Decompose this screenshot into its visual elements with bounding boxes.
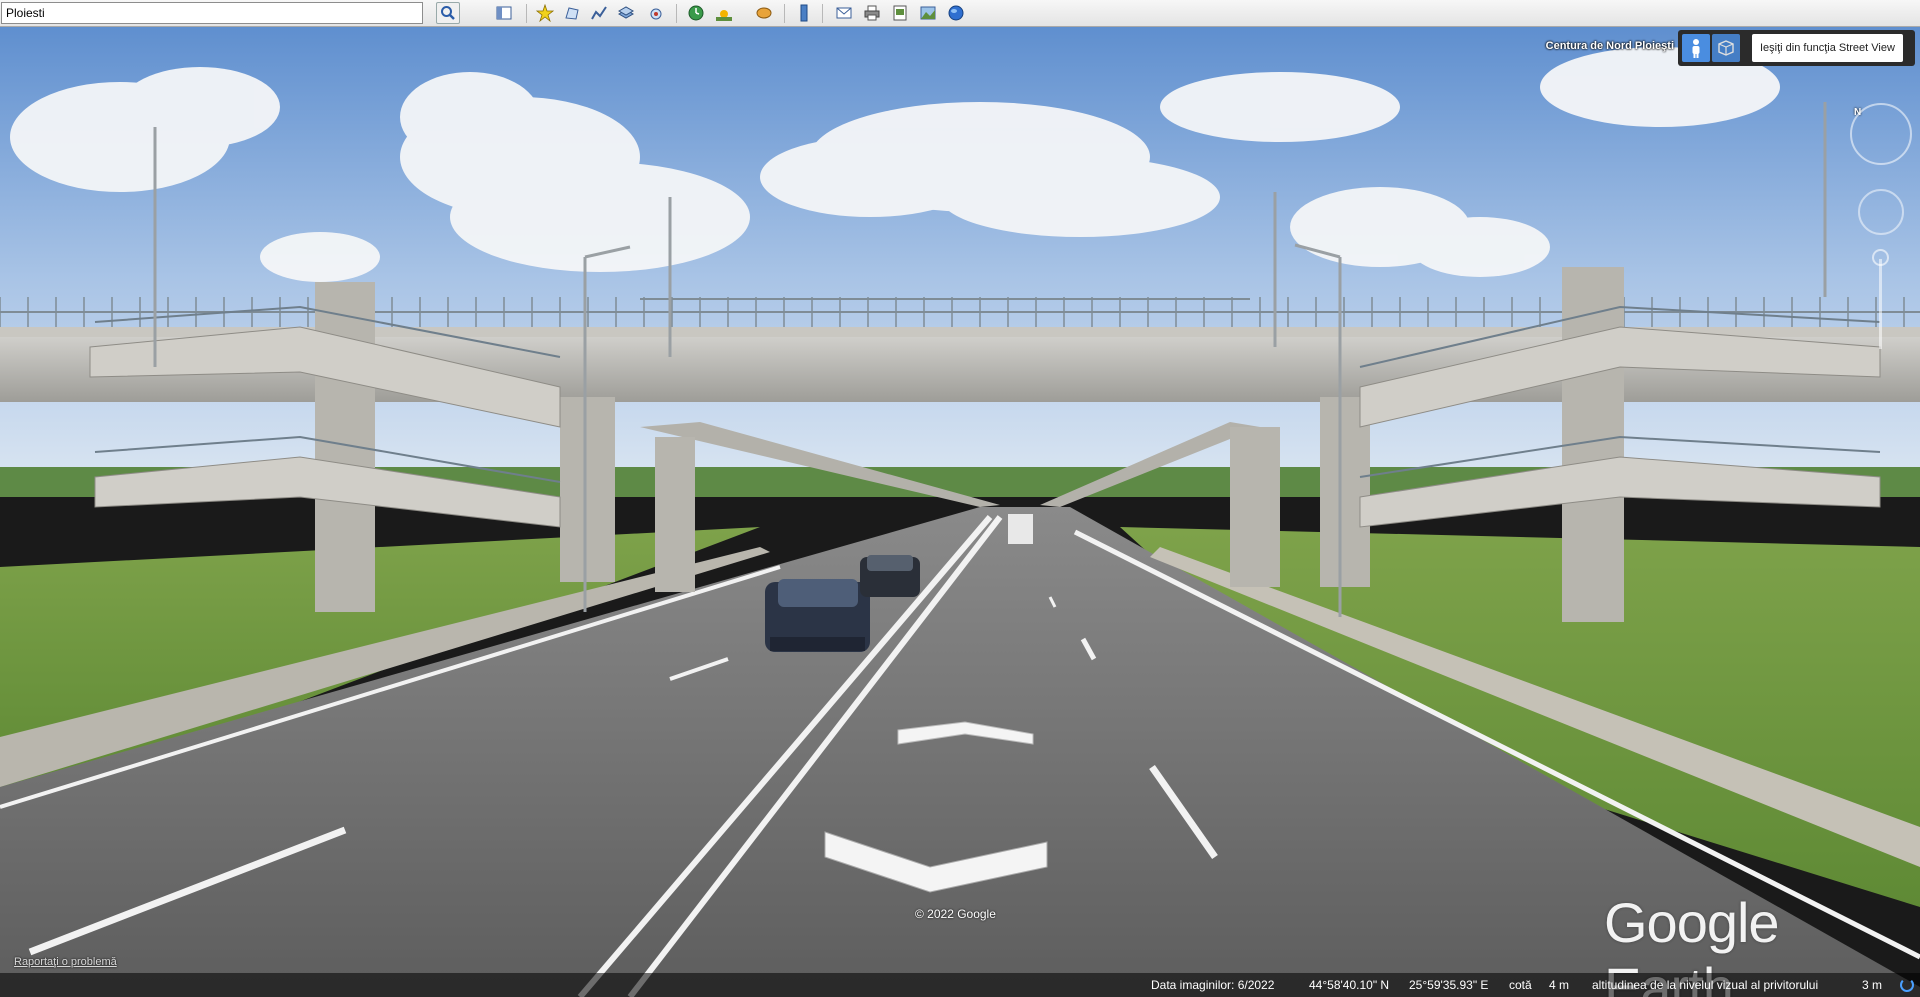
sidebar-icon [496, 6, 512, 20]
status-bar: Data imaginilor: 6/2022 44°58'40.10" N 2… [0, 973, 1920, 997]
print-icon [864, 5, 880, 21]
streaming-indicator-icon [1900, 978, 1914, 992]
person-icon [1692, 39, 1700, 58]
switch-planets-button[interactable] [752, 2, 776, 24]
elevation-label: cotă [1509, 978, 1532, 992]
email-button[interactable] [832, 2, 856, 24]
navigation-controls: N [1850, 77, 1914, 357]
email-icon [836, 7, 852, 19]
ruler-icon [800, 4, 808, 22]
look-joystick[interactable] [1858, 189, 1904, 235]
zoom-slider-track[interactable] [1879, 259, 1882, 349]
compass-ring[interactable] [1850, 103, 1912, 165]
record-tour-button[interactable] [645, 2, 669, 24]
planets-icon [756, 7, 772, 19]
street-view-panorama[interactable] [0, 27, 1920, 997]
save-image-button[interactable] [888, 2, 912, 24]
map-image-icon [920, 6, 936, 20]
photo-view-button[interactable] [1712, 34, 1740, 62]
map-image-button[interactable] [916, 2, 940, 24]
save-image-icon [893, 5, 907, 21]
placemark-icon [536, 4, 554, 22]
sunlight-button[interactable] [712, 2, 736, 24]
car-blue [765, 579, 870, 652]
sidebar-button[interactable] [492, 2, 516, 24]
historical-imagery-button[interactable] [684, 2, 708, 24]
cube-icon [1718, 40, 1734, 56]
overlay-icon [617, 6, 635, 19]
report-problem-link[interactable]: Raportaţi o problemă [14, 956, 117, 968]
add-overlay-button[interactable] [614, 2, 638, 24]
tour-icon [650, 8, 662, 20]
street-view-panel: Ieşiţi din funcţia Street View [1678, 30, 1915, 66]
imagery-copyright: © 2022 Google [915, 907, 996, 921]
street-view-viewport[interactable]: Centura de Nord Ploieşti Ieşiţi din func… [0, 27, 1920, 997]
print-button[interactable] [860, 2, 884, 24]
car-dark [860, 555, 920, 597]
truck [1008, 514, 1033, 544]
add-path-button[interactable] [587, 2, 611, 24]
imagery-date: Data imaginilor: 6/2022 [1151, 978, 1275, 992]
latitude-readout: 44°58'40.10" N [1309, 978, 1390, 992]
ruler-button[interactable] [792, 2, 816, 24]
eye-altitude-value: 3 m [1862, 978, 1883, 992]
toolbar [0, 0, 1920, 27]
polygon-icon [565, 7, 579, 20]
eye-altitude-label: altitudinea de la nivelul vizual al priv… [1592, 978, 1819, 992]
search-button[interactable] [436, 2, 460, 24]
road-name-label: Centura de Nord Ploieşti [1545, 40, 1674, 52]
add-placemark-button[interactable] [533, 2, 557, 24]
add-polygon-button[interactable] [560, 2, 584, 24]
ground-view-button[interactable] [1682, 34, 1710, 62]
path-icon [591, 6, 607, 20]
sunlight-icon [716, 10, 732, 21]
history-icon [688, 5, 704, 21]
longitude-readout: 25°59'35.93" E [1409, 978, 1489, 992]
elevation-value: 4 m [1549, 978, 1570, 992]
view-in-maps-button[interactable] [944, 2, 968, 24]
search-icon [441, 6, 455, 20]
exit-street-view-button[interactable]: Ieşiţi din funcţia Street View [1752, 34, 1903, 62]
maps-icon [948, 5, 964, 21]
search-input[interactable] [1, 2, 423, 24]
